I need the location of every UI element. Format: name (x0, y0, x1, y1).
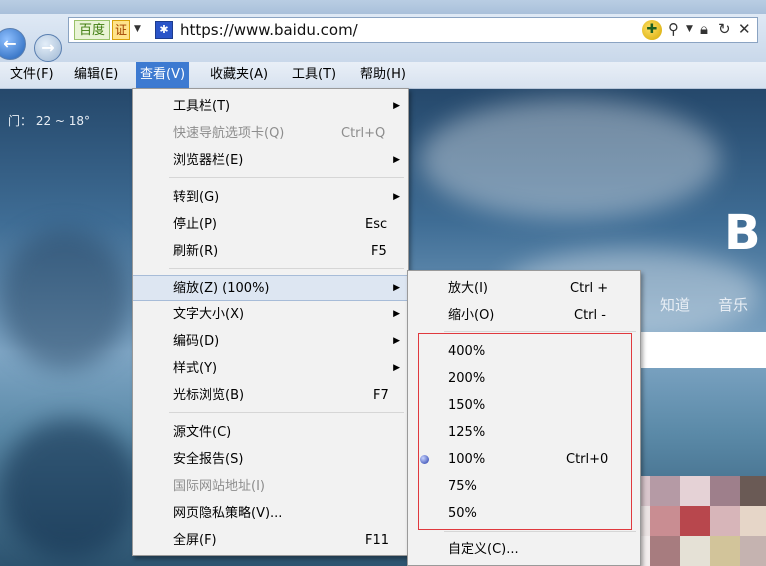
menu-help[interactable]: 帮助(H) (356, 62, 410, 88)
menu-item-text-size[interactable]: 文字大小(X) ▶ (133, 302, 408, 327)
menu-item-stop[interactable]: 停止(P) Esc (133, 212, 408, 237)
menu-item-international-address[interactable]: 国际网站地址(I) (133, 474, 408, 499)
zoom-in-item[interactable]: 放大(I) Ctrl + (408, 276, 640, 301)
view-menu: 工具栏(T) ▶ 快速导航选项卡(Q) Ctrl+Q 浏览器栏(E) ▶ 转到(… (132, 88, 409, 556)
menu-separator (169, 412, 404, 413)
weather-widget[interactable]: 门： 22 ~ 18° (8, 112, 90, 129)
highlight-box (418, 333, 632, 530)
menu-bar: 文件(F) 编辑(E) 查看(V) 收藏夹(A) 工具(T) 帮助(H) (0, 62, 766, 89)
lock-icon[interactable]: 🔒︎ (700, 20, 708, 38)
menu-item-source[interactable]: 源文件(C) (133, 420, 408, 445)
submenu-arrow-icon: ▶ (393, 101, 400, 111)
submenu-arrow-icon: ▶ (393, 155, 400, 165)
forward-arrow-icon: → (41, 38, 55, 57)
zoom-out-item[interactable]: 缩小(O) Ctrl - (408, 303, 640, 328)
menu-file[interactable]: 文件(F) (6, 62, 58, 88)
menu-item-zoom[interactable]: 缩放(Z) (100%) ▶ (133, 275, 408, 301)
menu-item-encoding[interactable]: 编码(D) ▶ (133, 329, 408, 354)
menu-item-security-report[interactable]: 安全报告(S) (133, 447, 408, 472)
back-button[interactable]: ← (0, 28, 26, 60)
menu-item-refresh[interactable]: 刷新(R) F5 (133, 239, 408, 264)
baidu-logo: B (724, 205, 761, 261)
search-icon[interactable]: ⚲ (668, 20, 679, 38)
menu-item-caret-browsing[interactable]: 光标浏览(B) F7 (133, 383, 408, 408)
link-music[interactable]: 音乐 (718, 294, 748, 315)
menu-tools[interactable]: 工具(T) (288, 62, 340, 88)
menu-favorites[interactable]: 收藏夹(A) (206, 62, 272, 88)
menu-item-style[interactable]: 样式(Y) ▶ (133, 356, 408, 381)
zoom-custom-item[interactable]: 自定义(C)... (408, 537, 640, 562)
link-zhidao[interactable]: 知道 (660, 294, 690, 315)
compatibility-icon[interactable]: ✚ (642, 20, 662, 40)
refresh-icon[interactable]: ↻ (718, 20, 731, 38)
certificate-icon[interactable]: 证 (112, 20, 130, 40)
window-title-bar (0, 0, 766, 14)
menu-item-explorer-bars[interactable]: 浏览器栏(E) ▶ (133, 148, 408, 173)
submenu-arrow-icon: ▶ (393, 363, 400, 373)
search-provider-label[interactable]: 百度 (74, 20, 111, 40)
menu-separator (169, 268, 404, 269)
menu-separator (169, 177, 404, 178)
menu-separator (444, 331, 636, 332)
search-dropdown-icon[interactable]: ▼ (686, 24, 693, 34)
menu-item-quick-tabs[interactable]: 快速导航选项卡(Q) Ctrl+Q (133, 121, 408, 146)
menu-item-toolbars[interactable]: 工具栏(T) ▶ (133, 94, 408, 119)
menu-edit[interactable]: 编辑(E) (70, 62, 122, 88)
submenu-arrow-icon: ▶ (393, 336, 400, 346)
forward-button[interactable]: → (34, 34, 62, 62)
submenu-arrow-icon: ▶ (393, 192, 400, 202)
submenu-arrow-icon: ▶ (393, 309, 400, 319)
menu-item-go-to[interactable]: 转到(G) ▶ (133, 185, 408, 210)
menu-item-privacy-policy[interactable]: 网页隐私策略(V)... (133, 501, 408, 526)
site-favicon-icon: ✱ (155, 21, 173, 39)
menu-view[interactable]: 查看(V) (136, 62, 190, 88)
stop-icon[interactable]: ✕ (738, 20, 751, 38)
dropdown-arrow-icon[interactable]: ▼ (134, 24, 141, 34)
submenu-arrow-icon: ▶ (393, 283, 400, 293)
back-arrow-icon: ← (3, 34, 17, 53)
url-text[interactable]: https://www.baidu.com/ (180, 21, 358, 39)
menu-separator (444, 531, 636, 532)
menu-item-full-screen[interactable]: 全屏(F) F11 (133, 528, 408, 553)
